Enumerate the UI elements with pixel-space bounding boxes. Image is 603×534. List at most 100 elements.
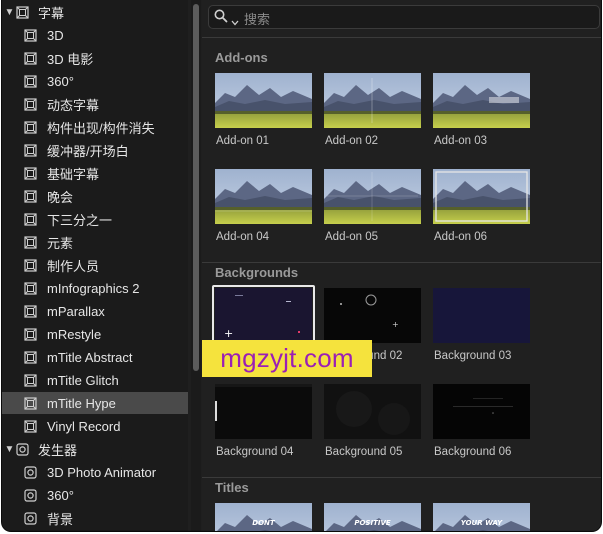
sidebar-item[interactable]: 元素 xyxy=(2,231,188,253)
sidebar-item-label: 构件出现/构件消失 xyxy=(47,120,155,136)
sidebar-item[interactable]: 制作人员 xyxy=(2,254,188,276)
app-window: ▼ 字幕 3D 3D 电影 360° 动态字幕构件出现/构件消失缓冲器/开场白 基础字幕 晚会… xyxy=(2,0,601,531)
sidebar-item[interactable]: mTitle Hype xyxy=(2,392,188,414)
sidebar-item-label: mRestyle xyxy=(47,326,102,342)
sidebar-item[interactable]: 3D 电影 xyxy=(2,47,188,69)
sidebar-item[interactable]: mTitle Glitch xyxy=(2,369,188,391)
title-icon xyxy=(24,419,37,433)
sidebar-item-label: mTitle Glitch xyxy=(47,372,119,388)
tile-label: Background 03 xyxy=(434,350,512,362)
sidebar-item[interactable]: 3D xyxy=(2,24,188,46)
generators-icon xyxy=(16,442,29,456)
sidebar-group-1[interactable]: ▼ 发生器 xyxy=(2,438,188,460)
generator-icon xyxy=(24,465,37,479)
tile-label: Add-on 01 xyxy=(216,135,270,147)
sidebar-item-label: 3D Photo Animator xyxy=(47,464,157,480)
titles-tile[interactable]: POSITIVE xyxy=(324,503,421,531)
titles-tile[interactable]: YOUR WAY xyxy=(433,503,530,531)
sidebar-item-label: 360° xyxy=(47,487,74,503)
thumbnail[interactable] xyxy=(324,169,421,224)
sidebar-item[interactable]: 背景 xyxy=(2,507,188,529)
title-icon xyxy=(24,304,37,318)
addons-tile[interactable]: Add-on 01 xyxy=(215,73,312,151)
title-icon xyxy=(24,74,37,88)
tile-label: Add-on 05 xyxy=(325,231,379,243)
title-thumb-text: POSITIVE xyxy=(354,519,391,527)
title-icon xyxy=(24,373,37,387)
title-thumb-text: DONT xyxy=(252,519,275,527)
addons-tile[interactable]: Add-on 06 xyxy=(433,169,530,247)
thumbnail[interactable]: + xyxy=(215,288,312,343)
title-icon xyxy=(24,189,37,203)
addons-tile[interactable]: Add-on 05 xyxy=(324,169,421,247)
sidebar-item[interactable]: mTitle Abstract xyxy=(2,346,188,368)
sidebar-scrollbar[interactable] xyxy=(191,0,201,531)
addons-tile[interactable]: Add-on 03 xyxy=(433,73,530,151)
divider xyxy=(202,477,601,478)
titles-icon xyxy=(16,5,29,19)
title-icon xyxy=(24,396,37,410)
tile-label: Add-on 03 xyxy=(434,135,488,147)
disclosure-triangle-icon[interactable]: ▼ xyxy=(5,6,15,18)
thumbnail[interactable] xyxy=(215,384,312,439)
sidebar-item[interactable]: mParallax xyxy=(2,300,188,322)
sidebar-item[interactable]: 晚会 xyxy=(2,185,188,207)
tile-label: Background 06 xyxy=(434,446,512,458)
thumbnail[interactable]: + xyxy=(324,288,421,343)
chevron-down-icon[interactable] xyxy=(231,13,239,31)
title-icon xyxy=(24,120,37,134)
sidebar-item-label: mInfographics 2 xyxy=(47,280,140,296)
thumbnail[interactable] xyxy=(433,169,530,224)
sidebar: ▼ 字幕 3D 3D 电影 360° 动态字幕构件出现/构件消失缓冲器/开场白 基础字幕 晚会… xyxy=(2,0,188,531)
tile-label: Background 05 xyxy=(325,446,403,458)
svg-text:+: + xyxy=(392,320,399,329)
addons-tile[interactable]: Add-on 04 xyxy=(215,169,312,247)
generator-icon xyxy=(24,488,37,502)
addons-tile[interactable]: Add-on 02 xyxy=(324,73,421,151)
sidebar-item[interactable]: 下三分之一 xyxy=(2,208,188,230)
backgrounds-tile[interactable]: Background 03 xyxy=(433,288,530,366)
thumbnail[interactable] xyxy=(324,384,421,439)
disclosure-triangle-icon[interactable]: ▼ xyxy=(5,443,15,455)
sidebar-item[interactable]: 缓冲器/开场白 xyxy=(2,139,188,161)
sidebar-item[interactable]: 基础字幕 xyxy=(2,162,188,184)
backgrounds-tile[interactable]: Background 04 xyxy=(215,384,312,462)
sidebar-item-label: 动态字幕 xyxy=(47,97,100,113)
sidebar-item[interactable]: mRestyle xyxy=(2,323,188,345)
thumbnail[interactable] xyxy=(215,73,312,128)
thumbnail[interactable] xyxy=(215,169,312,224)
tile-label: Add-on 04 xyxy=(216,231,270,243)
title-icon xyxy=(24,143,37,157)
sidebar-item-label: mTitle Hype xyxy=(47,395,116,411)
sidebar-item-label: Vinyl Record xyxy=(47,418,121,434)
backgrounds-tile[interactable]: Background 06 xyxy=(433,384,530,462)
thumbnail[interactable] xyxy=(324,73,421,128)
sidebar-item[interactable]: 动态字幕 xyxy=(2,93,188,115)
sidebar-item[interactable]: 3D Photo Animator xyxy=(2,461,188,483)
thumbnail[interactable] xyxy=(433,73,530,128)
backgrounds-tile[interactable]: Background 05 xyxy=(324,384,421,462)
title-icon xyxy=(24,97,37,111)
title-icon xyxy=(24,258,37,272)
sidebar-item-label: 360° xyxy=(47,73,74,89)
sidebar-item[interactable]: Vinyl Record xyxy=(2,415,188,437)
sidebar-group-0[interactable]: ▼ 字幕 xyxy=(2,1,188,23)
sidebar-item[interactable]: 360° xyxy=(2,484,188,506)
sidebar-item[interactable]: 构件出现/构件消失 xyxy=(2,116,188,138)
titles-tile[interactable]: DONT xyxy=(215,503,312,531)
title-icon xyxy=(24,350,37,364)
sidebar-item[interactable]: mInfographics 2 xyxy=(2,277,188,299)
title-icon xyxy=(24,235,37,249)
thumbnail[interactable] xyxy=(433,384,530,439)
search-input[interactable]: 搜索 xyxy=(244,9,270,28)
search-field[interactable]: 搜索 xyxy=(208,5,600,29)
sidebar-item-label: 元素 xyxy=(47,235,74,251)
sidebar-scroll-thumb[interactable] xyxy=(193,4,199,371)
sidebar-item[interactable]: 360° xyxy=(2,70,188,92)
search-icon[interactable] xyxy=(214,9,228,28)
sidebar-item-label: mParallax xyxy=(47,303,105,319)
tile-label: Add-on 06 xyxy=(434,231,488,243)
title-icon xyxy=(24,166,37,180)
divider xyxy=(202,262,601,263)
thumbnail[interactable] xyxy=(433,288,530,343)
